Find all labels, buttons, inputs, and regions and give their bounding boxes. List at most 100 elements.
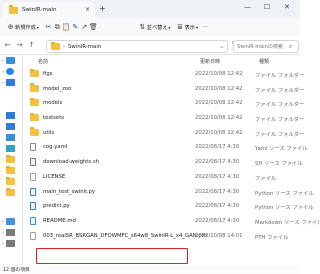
delete-icon[interactable]: 🗑 [89,23,98,32]
file-date: 2022/10/08 14:01 [195,232,243,239]
file-row[interactable]: model_zoo 2022/10/08 12:42 ファイル フォルダー [24,82,304,97]
up-icon[interactable]: ↑ [27,41,36,49]
search-input[interactable] [237,43,289,50]
address-bar[interactable]: › SwinIR-main ⌄ [46,40,228,53]
file-icon [30,172,36,181]
file-rows: figs 2022/10/08 12:42 ファイル フォルダー model_zoo 2… [24,67,320,244]
folder-icon [51,41,60,50]
desktop-icon [6,79,15,86]
sidebar-item[interactable]: › [0,227,22,238]
new-button[interactable]: ⊕ 新規作成 ▾ [6,23,39,32]
cut-icon[interactable]: ✂ [44,23,53,32]
sidebar-item[interactable] [0,110,22,121]
file-type: Python ソース ファイル [255,205,314,212]
file-type: ファイル フォルダー [255,102,305,109]
file-type: ファイル フォルダー [255,117,305,124]
file-list: 名前 更新日時 種類 figs 2022/10/08 12:42 ファイル フォルダ… [24,55,320,267]
folder-icon [6,165,15,174]
folder-icon [6,154,15,163]
sidebar-item[interactable]: › [0,55,22,66]
sidebar-item[interactable] [0,176,22,187]
sidebar-item[interactable]: › [0,216,22,227]
view-label: 表示 [184,24,195,31]
file-date: 2022/08/17 4:30 [195,159,240,166]
file-date: 2022/10/08 12:42 [195,71,243,77]
close-window-button[interactable]: ✕ [284,3,290,11]
sidebar-item[interactable] [0,187,22,198]
rename-icon[interactable]: ✎ [71,23,80,32]
column-header: 名前 更新日時 種類 [24,55,300,67]
file-name: main_test_swinir.py [43,188,95,195]
search-box[interactable]: ⌕ [233,40,299,53]
new-tab-button[interactable]: + [99,4,106,13]
pin-icon [6,112,15,119]
forward-icon[interactable]: → [15,41,24,49]
file-type: Yaml ソース ファイル [255,146,308,153]
file-row[interactable]: utils 2022/10/08 12:42 ファイル フォルダー [24,126,304,141]
sidebar-item[interactable]: › [0,77,22,88]
close-tab-icon[interactable]: × [85,6,90,13]
file-row[interactable]: README.md 2022/08/17 4:30 Markdown ソース ファイ… [24,214,320,229]
share-icon[interactable]: ↗ [80,23,89,32]
file-row[interactable]: main_test_swinir.py 2022/08/17 4:30 Python… [24,185,314,200]
sidebar-item[interactable] [0,154,22,165]
maximize-button[interactable]: ☐ [264,3,270,11]
file-row[interactable]: cog.yaml 2022/08/17 4:30 Yaml ソース ファイル [24,140,308,155]
file-name: download-weights.sh [43,159,99,166]
file-date: 2022/08/17 4:30 [195,188,240,195]
back-icon[interactable]: ← [3,41,12,49]
column-type[interactable]: 種類 [259,58,269,65]
sort-button[interactable]: ⇅ 並べ替え ▾ [138,22,171,32]
view-button[interactable]: ≣ 表示 ▾ [176,23,198,32]
file-type: ファイル フォルダー [255,131,305,138]
sidebar-item[interactable]: › [0,238,22,249]
copy-icon[interactable]: ⧉ [53,23,62,32]
file-name: model_zoo [43,85,72,92]
file-row[interactable]: models 2022/10/08 12:42 ファイル フォルダー [24,96,304,111]
address-dropdown-icon[interactable]: ⌄ [220,44,224,50]
file-row[interactable]: testsets 2022/10/08 12:42 ファイル フォルダー [24,111,304,126]
file-name: figs [43,71,53,77]
file-date: 2022/08/17 4:30 [195,203,240,210]
file-name: testsets [43,115,65,122]
file-type: Markdown ソース ファイル [255,219,320,226]
file-row[interactable]: predict.py 2022/08/17 4:30 Python ソース ファイル [24,199,314,214]
file-date: 2022/08/17 4:30 [195,144,240,151]
column-date[interactable]: 更新日時 [200,58,220,65]
file-type: SH ソース ファイル [255,161,303,168]
navigation-pane: › › › › › › [0,55,23,265]
sidebar-item[interactable] [0,165,22,176]
folder-icon [6,187,15,196]
sort-icon: ⇅ [139,22,146,31]
file-row[interactable]: figs 2022/10/08 12:42 ファイル フォルダー [24,67,304,82]
file-date: 2022/10/08 12:42 [195,129,243,136]
breadcrumb[interactable]: SwinIR-main [68,44,101,50]
file-type: ファイル [255,175,277,182]
sidebar-item[interactable] [0,132,22,143]
sidebar-item[interactable] [0,143,22,154]
file-row[interactable]: download-weights.sh 2022/08/17 4:30 SH ソース… [24,155,303,170]
more-button[interactable]: ··· [203,24,208,30]
file-name: models [43,100,63,107]
sidebar-item[interactable]: › [0,66,22,77]
sidebar-item[interactable] [0,121,22,132]
tab-swinir-main[interactable]: SwinIR-main × [3,2,95,18]
chevron-down-icon: ▾ [168,24,171,30]
file-name: LICENSE [43,173,66,180]
file-date: 2022/08/17 4:30 [195,173,240,180]
chevron-down-icon: ▾ [36,24,39,30]
folder-icon [30,127,39,136]
folder-icon [9,5,18,14]
paste-icon[interactable]: 📋 [62,23,71,32]
chevron-down-icon: ▾ [195,24,198,30]
file-type: Python ソース ファイル [255,190,314,197]
file-row[interactable]: 003_realSR_BSRGAN_DFOWMFC_s64w8_SwinIR-L… [24,229,300,244]
minimize-button[interactable]: — [244,3,251,11]
item-count: 12 個の項目 [3,268,30,273]
column-name[interactable]: 名前 [38,58,48,65]
file-row[interactable]: LICENSE 2022/08/17 4:30 ファイル [24,170,300,185]
home-icon [6,57,15,64]
file-type: PTH ファイル [255,234,289,241]
